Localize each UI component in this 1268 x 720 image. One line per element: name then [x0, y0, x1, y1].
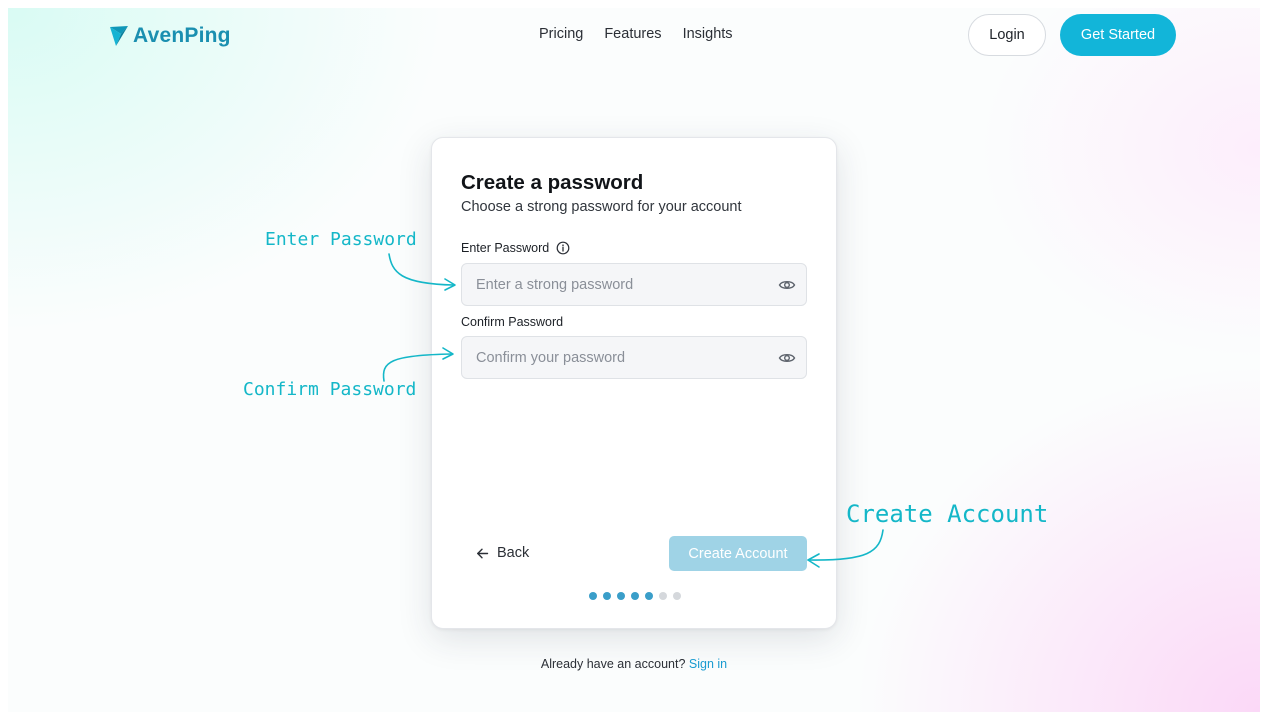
- confirm-password-input[interactable]: [462, 337, 762, 378]
- info-icon[interactable]: [556, 241, 570, 255]
- get-started-button[interactable]: Get Started: [1060, 14, 1176, 56]
- confirm-password-field: [461, 336, 807, 379]
- step-dot: [645, 592, 653, 600]
- arrow-left-icon: [476, 547, 489, 560]
- step-dot: [673, 592, 681, 600]
- card-title: Create a password: [461, 171, 644, 194]
- eye-icon[interactable]: [778, 349, 796, 367]
- create-account-button[interactable]: Create Account: [669, 536, 807, 571]
- eye-icon[interactable]: [778, 276, 796, 294]
- brand-logo[interactable]: AvenPing: [109, 24, 231, 48]
- annotation-enter-password: Enter Password: [265, 229, 417, 250]
- brand-name: AvenPing: [133, 24, 231, 47]
- top-nav: Pricing Features Insights: [539, 26, 733, 42]
- step-dot: [631, 592, 639, 600]
- back-button[interactable]: Back: [476, 545, 529, 561]
- nav-link-features[interactable]: Features: [604, 26, 661, 42]
- nav-link-pricing[interactable]: Pricing: [539, 26, 583, 42]
- signin-prompt-text: Already have an account?: [540, 657, 686, 671]
- create-password-card: Create a password Choose a strong passwo…: [431, 137, 837, 629]
- step-dot: [617, 592, 625, 600]
- password-field: [461, 263, 807, 306]
- back-label: Back: [497, 545, 530, 561]
- password-input[interactable]: [462, 264, 762, 305]
- nav-link-insights[interactable]: Insights: [683, 26, 733, 42]
- password-label-row: Enter Password: [461, 241, 570, 255]
- annotation-create-account: Create Account: [846, 500, 1049, 528]
- confirm-password-label: Confirm Password: [461, 315, 564, 329]
- login-button[interactable]: Login: [968, 14, 1046, 56]
- step-indicator: [589, 592, 681, 600]
- logo-icon: [109, 25, 129, 47]
- sign-in-link[interactable]: Sign in: [689, 657, 727, 671]
- step-dot: [589, 592, 597, 600]
- signin-prompt: Already have an account? Sign in: [0, 657, 1268, 671]
- card-subtitle: Choose a strong password for your accoun…: [461, 199, 742, 215]
- step-dot: [659, 592, 667, 600]
- password-label: Enter Password: [461, 241, 550, 255]
- annotation-confirm-password: Confirm Password: [243, 379, 417, 400]
- step-dot: [603, 592, 611, 600]
